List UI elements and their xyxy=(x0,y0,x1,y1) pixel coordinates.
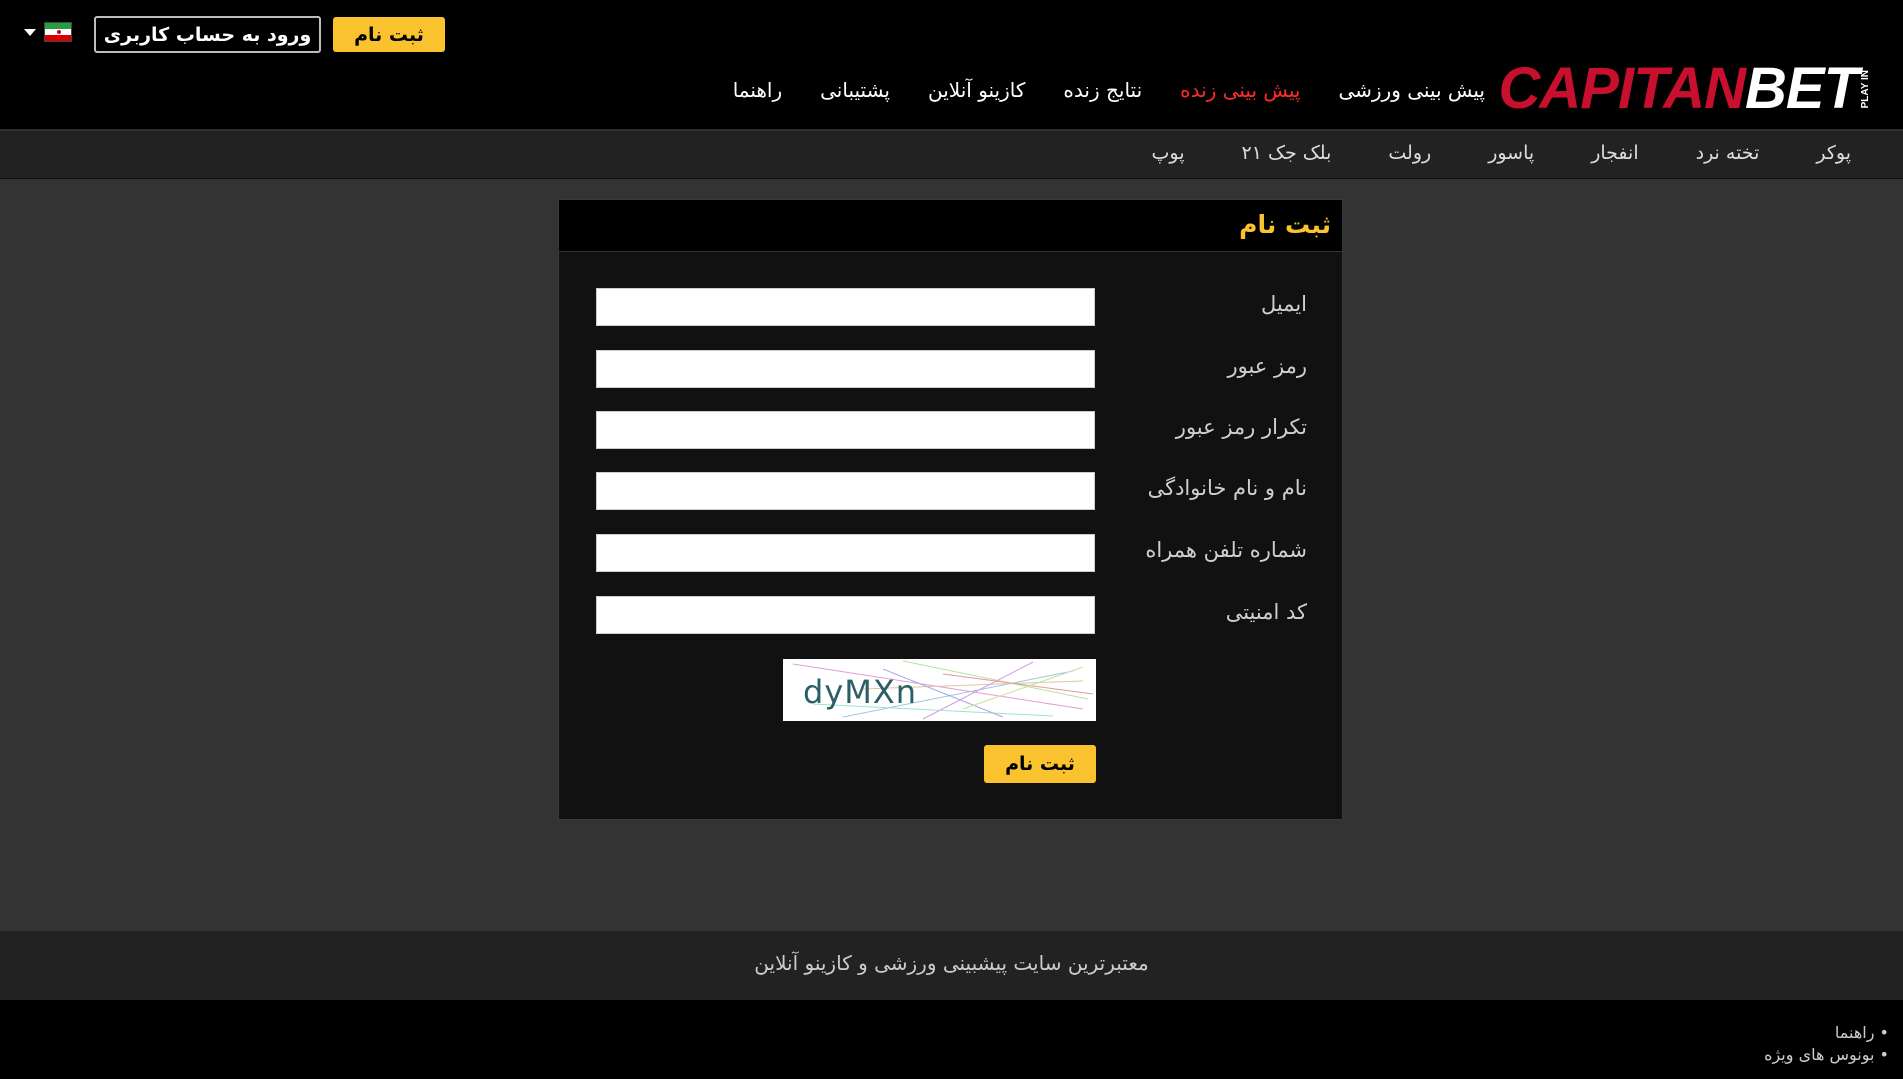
footer-tagline: معتبرترین سایت پیشبینی ورزشی و کازینو آن… xyxy=(754,951,1149,975)
subnav-poker[interactable]: پوکر xyxy=(1816,142,1851,164)
full-name-field[interactable] xyxy=(596,472,1095,510)
phone-field[interactable] xyxy=(596,534,1095,572)
email-label: ایمیل xyxy=(1260,292,1307,316)
logo-tag: PLAY IN xyxy=(1860,69,1871,109)
security-code-row: کد امنیتی xyxy=(596,596,1307,634)
confirm-password-label: تکرار رمز عبور xyxy=(1175,415,1307,439)
subnav-blackjack[interactable]: بلک جک ۲۱ xyxy=(1242,142,1332,164)
nav-live-results[interactable]: نتایج زنده xyxy=(1063,78,1142,102)
email-field[interactable] xyxy=(596,288,1095,326)
footer-links: راهنما بونوس های ویژه xyxy=(1764,1022,1889,1066)
confirm-password-field[interactable] xyxy=(596,411,1095,449)
main-nav: پیش بینی ورزشی پیش بینی زنده نتایج زنده … xyxy=(733,78,1485,102)
logo-capitan: CAPITAN xyxy=(1498,56,1746,121)
submit-register-button[interactable]: ثبت نام xyxy=(984,745,1096,783)
footer-link-bonuses[interactable]: بونوس های ویژه xyxy=(1764,1044,1889,1066)
games-subnav: پوکر تخته نرد انفجار پاسور رولت بلک جک ۲… xyxy=(0,131,1903,179)
language-selector[interactable] xyxy=(24,22,72,42)
footer-bottom: راهنما بونوس های ویژه xyxy=(0,1000,1903,1079)
nav-online-casino[interactable]: کازینو آنلاین xyxy=(928,78,1025,102)
full-name-row: نام و نام خانوادگی xyxy=(596,472,1307,510)
phone-label: شماره تلفن همراه xyxy=(1145,538,1307,562)
nav-sports-betting[interactable]: پیش بینی ورزشی xyxy=(1338,78,1485,102)
panel-title: ثبت نام xyxy=(1239,210,1331,239)
site-header: ورود به حساب کاربری ثبت نام پیش بینی ورز… xyxy=(0,0,1903,130)
captcha-text: dyMXn xyxy=(803,673,918,711)
subnav-pop[interactable]: پوپ xyxy=(1152,142,1185,164)
email-row: ایمیل xyxy=(596,288,1307,326)
logo[interactable]: CAPITAN BET PLAY IN xyxy=(1499,60,1871,118)
password-field[interactable] xyxy=(596,350,1095,388)
registration-panel: ثبت نام ایمیل رمز عبور تکرار رمز عبور نا… xyxy=(558,199,1343,820)
chevron-down-icon[interactable] xyxy=(24,28,36,36)
subnav-pasur[interactable]: پاسور xyxy=(1488,142,1534,164)
nav-live-betting[interactable]: پیش بینی زنده xyxy=(1180,78,1300,102)
login-button[interactable]: ورود به حساب کاربری xyxy=(94,16,321,53)
panel-header: ثبت نام xyxy=(559,200,1342,252)
password-label: رمز عبور xyxy=(1227,354,1307,378)
phone-row: شماره تلفن همراه xyxy=(596,534,1307,572)
captcha-image[interactable]: dyMXn xyxy=(783,659,1096,721)
subnav-backgammon[interactable]: تخته نرد xyxy=(1696,142,1760,164)
footer-band: معتبرترین سایت پیشبینی ورزشی و کازینو آن… xyxy=(0,931,1903,1000)
security-code-field[interactable] xyxy=(596,596,1095,634)
nav-help[interactable]: راهنما xyxy=(733,78,782,102)
register-button[interactable]: ثبت نام xyxy=(333,17,445,52)
nav-support[interactable]: پشتیبانی xyxy=(820,78,890,102)
iran-flag-icon[interactable] xyxy=(44,22,72,42)
subnav-crash[interactable]: انفجار xyxy=(1591,142,1638,164)
confirm-password-row: تکرار رمز عبور xyxy=(596,411,1307,449)
logo-bet: BET xyxy=(1745,56,1859,121)
full-name-label: نام و نام خانوادگی xyxy=(1147,476,1307,500)
password-row: رمز عبور xyxy=(596,350,1307,388)
subnav-roulette[interactable]: رولت xyxy=(1388,142,1431,164)
security-code-label: کد امنیتی xyxy=(1225,600,1307,624)
footer-link-help[interactable]: راهنما xyxy=(1764,1022,1889,1044)
